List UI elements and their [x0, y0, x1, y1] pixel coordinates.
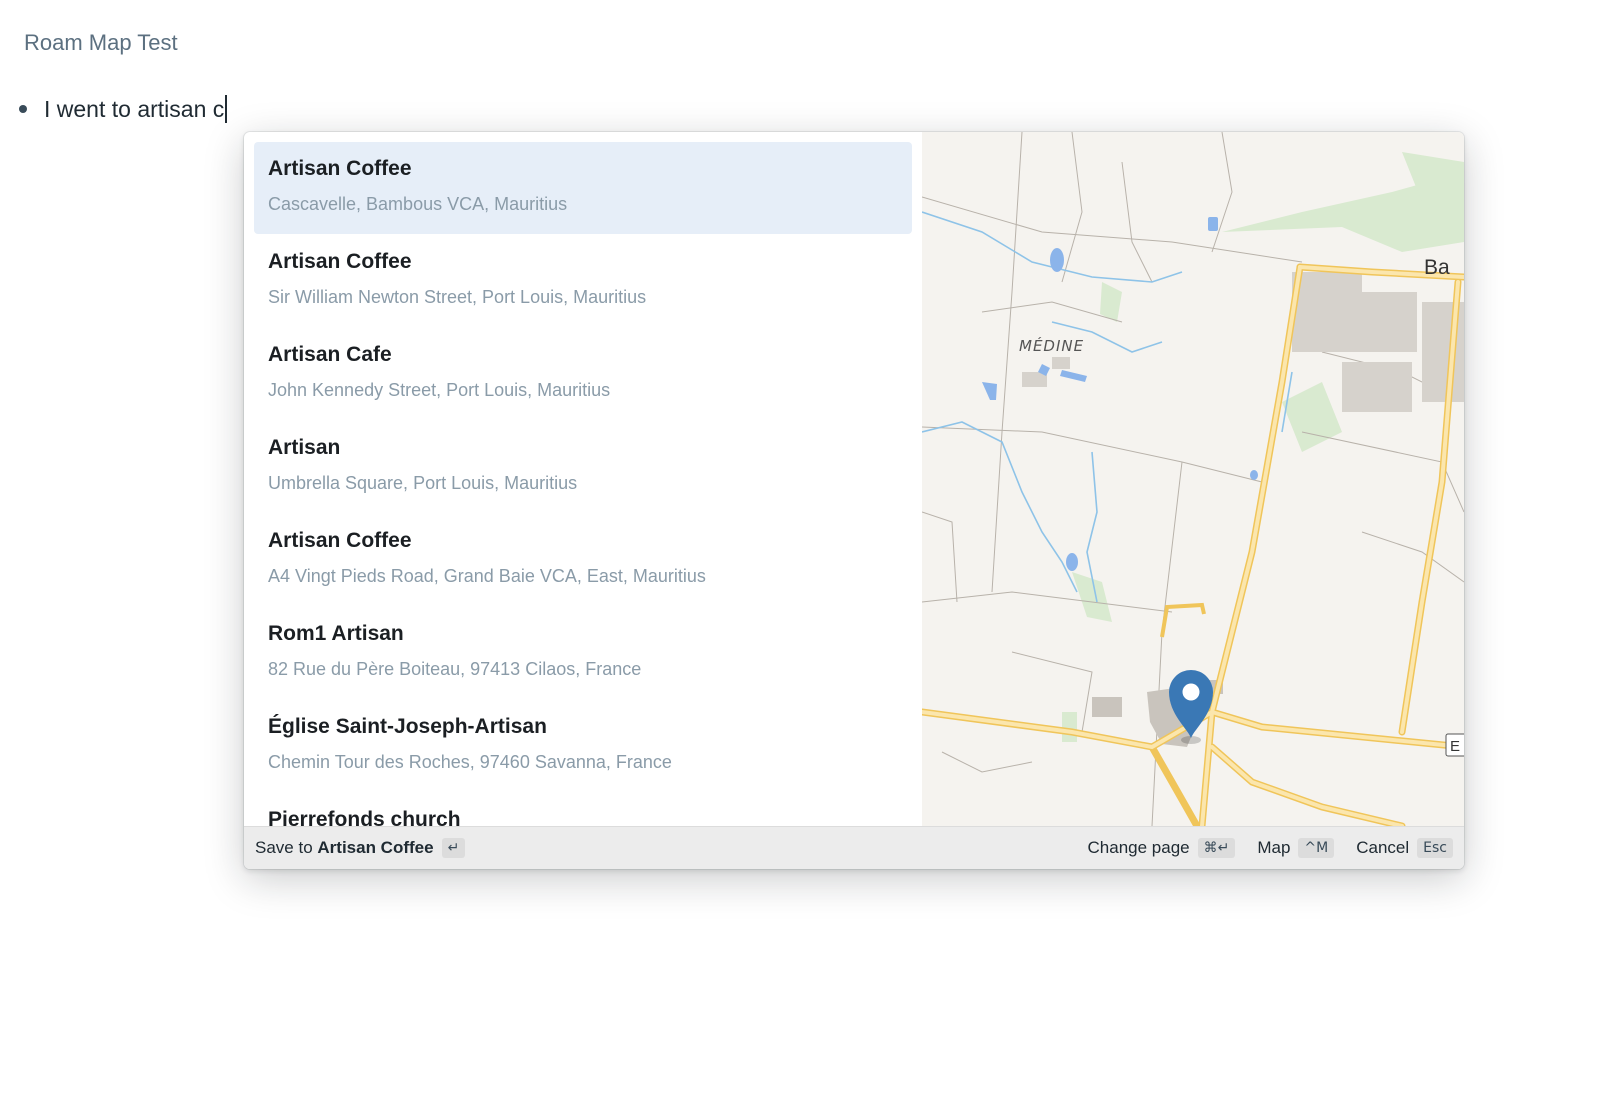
result-item[interactable]: Artisan Coffee Cascavelle, Bambous VCA, … [254, 142, 912, 234]
result-address: 82 Rue du Père Boiteau, 97413 Cilaos, Fr… [268, 659, 642, 679]
enter-key-hint: ↵ [441, 838, 466, 858]
result-name: Église Saint-Joseph-Artisan [268, 715, 547, 738]
cancel-action[interactable]: Cancel Esc [1356, 838, 1453, 858]
change-page-action[interactable]: Change page ⌘↵ [1088, 838, 1236, 858]
edge-label: Ba [1424, 256, 1450, 279]
ctrl-m-key-hint: ^M [1298, 838, 1335, 858]
cancel-label: Cancel [1356, 838, 1410, 857]
result-name: Artisan Cafe [268, 343, 392, 366]
result-name: Pierrefonds church [268, 808, 461, 826]
road-shield-label: E [1450, 738, 1460, 755]
result-address: John Kennedy Street, Port Louis, Mauriti… [268, 380, 611, 400]
park-area [1062, 712, 1077, 742]
result-address: Cascavelle, Bambous VCA, Mauritius [268, 194, 568, 214]
block-text-input[interactable]: I went to artisan c [44, 96, 224, 123]
text-caret [225, 95, 228, 123]
save-target: Artisan Coffee [317, 838, 434, 857]
result-address: A4 Vingt Pieds Road, Grand Baie VCA, Eas… [268, 566, 706, 586]
result-name: Artisan Coffee [268, 529, 412, 552]
result-item[interactable]: Artisan Coffee Sir William Newton Street… [254, 235, 912, 327]
save-prefix: Save to [255, 838, 313, 857]
location-search-popup: Artisan Coffee Cascavelle, Bambous VCA, … [244, 132, 1464, 869]
page-title: Roam Map Test [24, 30, 178, 55]
result-name: Rom1 Artisan [268, 622, 404, 645]
result-item[interactable]: Artisan Cafe John Kennedy Street, Port L… [254, 328, 912, 420]
result-address: Umbrella Square, Port Louis, Mauritius [268, 473, 578, 493]
block-bullet[interactable] [19, 105, 27, 113]
map-view[interactable]: MÉDINE Ba E [922, 132, 1464, 826]
result-name: Artisan Coffee [268, 250, 412, 273]
result-address: Sir William Newton Street, Port Louis, M… [268, 287, 647, 307]
footer-bar: Save to Artisan Coffee ↵ Change page ⌘↵ … [244, 826, 1464, 869]
map-label: Map [1257, 838, 1291, 857]
result-item[interactable]: Artisan Coffee A4 Vingt Pieds Road, Gran… [254, 514, 912, 606]
change-page-label: Change page [1087, 838, 1190, 857]
esc-key-hint: Esc [1417, 838, 1453, 858]
map-toggle-action[interactable]: Map ^M [1257, 838, 1335, 858]
save-to-action[interactable]: Save to Artisan Coffee ↵ [255, 838, 466, 858]
cmd-enter-key-hint: ⌘↵ [1197, 838, 1236, 858]
block[interactable]: I went to artisan c [18, 94, 228, 124]
result-item[interactable]: Rom1 Artisan 82 Rue du Père Boiteau, 974… [254, 607, 912, 699]
place-label: MÉDINE [1019, 336, 1084, 355]
result-address: Chemin Tour des Roches, 97460 Savanna, F… [268, 752, 672, 772]
result-item[interactable]: Artisan Umbrella Square, Port Louis, Mau… [254, 421, 912, 513]
result-item[interactable]: Église Saint-Joseph-Artisan Chemin Tour … [254, 700, 912, 792]
result-name: Artisan Coffee [268, 157, 412, 180]
search-results-list[interactable]: Artisan Coffee Cascavelle, Bambous VCA, … [244, 132, 922, 826]
result-name: Artisan [268, 436, 341, 459]
result-item[interactable]: Pierrefonds church [254, 793, 912, 826]
